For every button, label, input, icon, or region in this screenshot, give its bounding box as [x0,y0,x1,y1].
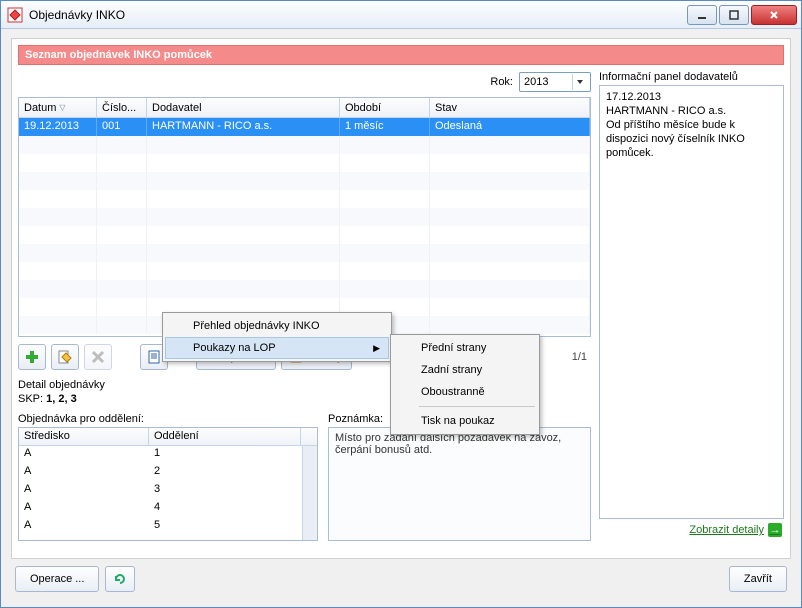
refresh-icon [113,572,127,586]
menu-separator [419,406,535,407]
operace-button[interactable]: Operace ... [15,566,99,592]
show-details-link[interactable]: Zobrazit detaily → [599,519,784,541]
list-item[interactable]: A5 [19,518,302,536]
table-row [19,226,590,244]
footer: Operace ... Zavřít [11,559,791,599]
table-row [19,244,590,262]
list-item[interactable]: A1 [19,446,302,464]
table-row [19,208,590,226]
col-header-dodavatel[interactable]: Dodavatel [147,98,340,117]
submenu-arrow-icon: ▶ [373,343,380,354]
refresh-button[interactable] [105,566,135,592]
table-row [19,262,590,280]
arrow-right-icon: → [768,523,782,537]
window-title: Objednávky INKO [29,8,687,22]
orders-grid-body: 19.12.2013 001 HARTMANN - RICO a.s. 1 mě… [19,118,590,336]
context-menu: Přehled objednávky INKO Poukazy na LOP ▶ [162,312,392,362]
close-button[interactable] [751,5,797,25]
menu-item-predni[interactable]: Přední strany [393,337,537,359]
delete-button[interactable] [84,344,112,370]
orders-grid[interactable]: Datum▽ Číslo... Dodavatel Období Stav 19… [18,97,591,337]
table-row [19,190,590,208]
edit-button[interactable] [51,344,79,370]
titlebar: Objednávky INKO [1,1,801,29]
list-item[interactable]: A2 [19,464,302,482]
sort-desc-icon: ▽ [59,103,65,112]
table-row [19,154,590,172]
col-header-datum[interactable]: Datum▽ [19,98,97,117]
menu-item-oboustranne[interactable]: Oboustranně [393,381,537,403]
window-buttons [687,5,797,25]
year-label: Rok: [490,76,513,88]
departments-grid[interactable]: Středisko Oddělení A1 A2 A3 A4 [18,427,318,541]
orders-grid-header: Datum▽ Číslo... Dodavatel Období Stav [19,98,590,118]
list-item[interactable]: A3 [19,482,302,500]
add-button[interactable] [18,344,46,370]
note-textarea[interactable]: Místo pro zadání dalších požadavek na zá… [328,427,591,541]
menu-item-zadni[interactable]: Zadní strany [393,359,537,381]
col-header-oddeleni[interactable]: Oddělení [149,428,301,445]
client-area: Seznam objednávek INKO pomůcek Rok: 2013… [1,29,801,607]
menu-item-prehled[interactable]: Přehled objednávky INKO [165,315,389,337]
menu-item-poukazy[interactable]: Poukazy na LOP ▶ [165,337,389,359]
pager-text: 1/1 [572,351,591,363]
zavrit-button[interactable]: Zavřít [729,566,787,592]
departments-label: Objednávka pro oddělení: [18,413,318,425]
menu-item-tisk[interactable]: Tisk na poukaz [393,410,537,432]
list-banner: Seznam objednávek INKO pomůcek [18,45,784,65]
list-item[interactable]: A4 [19,500,302,518]
year-select[interactable]: 2013 [519,72,591,92]
col-header-stav[interactable]: Stav [430,98,590,117]
context-submenu: Přední strany Zadní strany Oboustranně T… [390,334,540,435]
app-icon [7,7,23,23]
minimize-button[interactable] [687,5,717,25]
table-row [19,172,590,190]
col-header-cislo[interactable]: Číslo... [97,98,147,117]
content-frame: Seznam objednávek INKO pomůcek Rok: 2013… [11,38,791,559]
maximize-button[interactable] [719,5,749,25]
table-row[interactable]: 19.12.2013 001 HARTMANN - RICO a.s. 1 mě… [19,118,590,136]
main-window: Objednávky INKO Seznam objednávek INKO p… [0,0,802,608]
scrollbar[interactable] [302,446,317,540]
table-row [19,280,590,298]
scrollbar-head [301,428,317,445]
table-row [19,136,590,154]
year-value: 2013 [524,76,548,88]
col-header-obdobi[interactable]: Období [340,98,430,117]
info-panel-label: Informační panel dodavatelů [599,71,784,83]
dropdown-arrow-icon [572,74,586,90]
info-panel: 17.12.2013 HARTMANN - RICO a.s. Od příšt… [599,85,784,519]
col-header-stredisko[interactable]: Středisko [19,428,149,445]
